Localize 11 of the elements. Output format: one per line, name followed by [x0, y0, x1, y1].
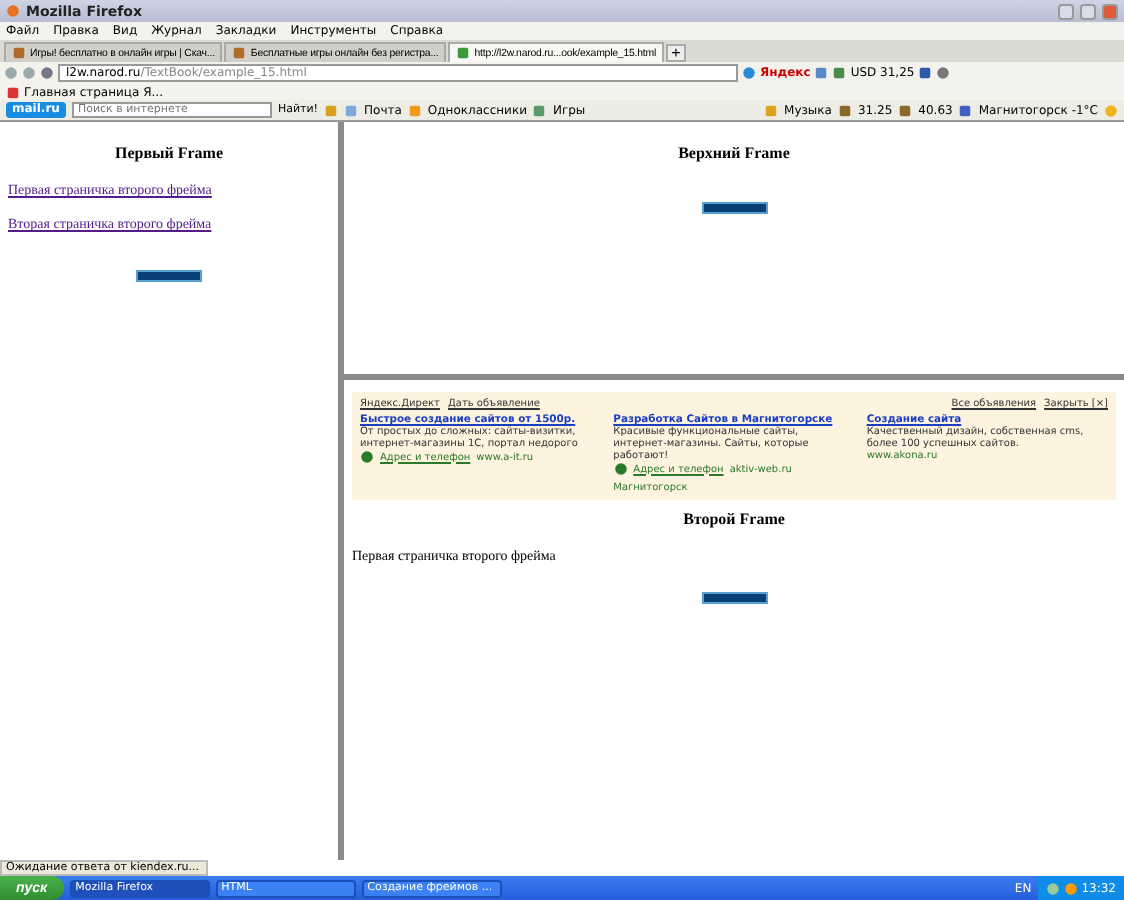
counter-badge [136, 270, 202, 282]
minimize-button[interactable] [1058, 3, 1074, 19]
frame-heading: Второй Frame [683, 510, 785, 528]
square-icon[interactable] [918, 66, 933, 80]
counter-badge [701, 202, 767, 214]
frame-heading: Первый Frame [114, 144, 224, 162]
frame-heading: Верхний Frame [678, 144, 790, 162]
close-button[interactable] [1102, 3, 1118, 19]
maximize-button[interactable] [1080, 3, 1096, 19]
counter-badge [701, 592, 767, 604]
new-tab-button[interactable]: + [666, 44, 687, 62]
